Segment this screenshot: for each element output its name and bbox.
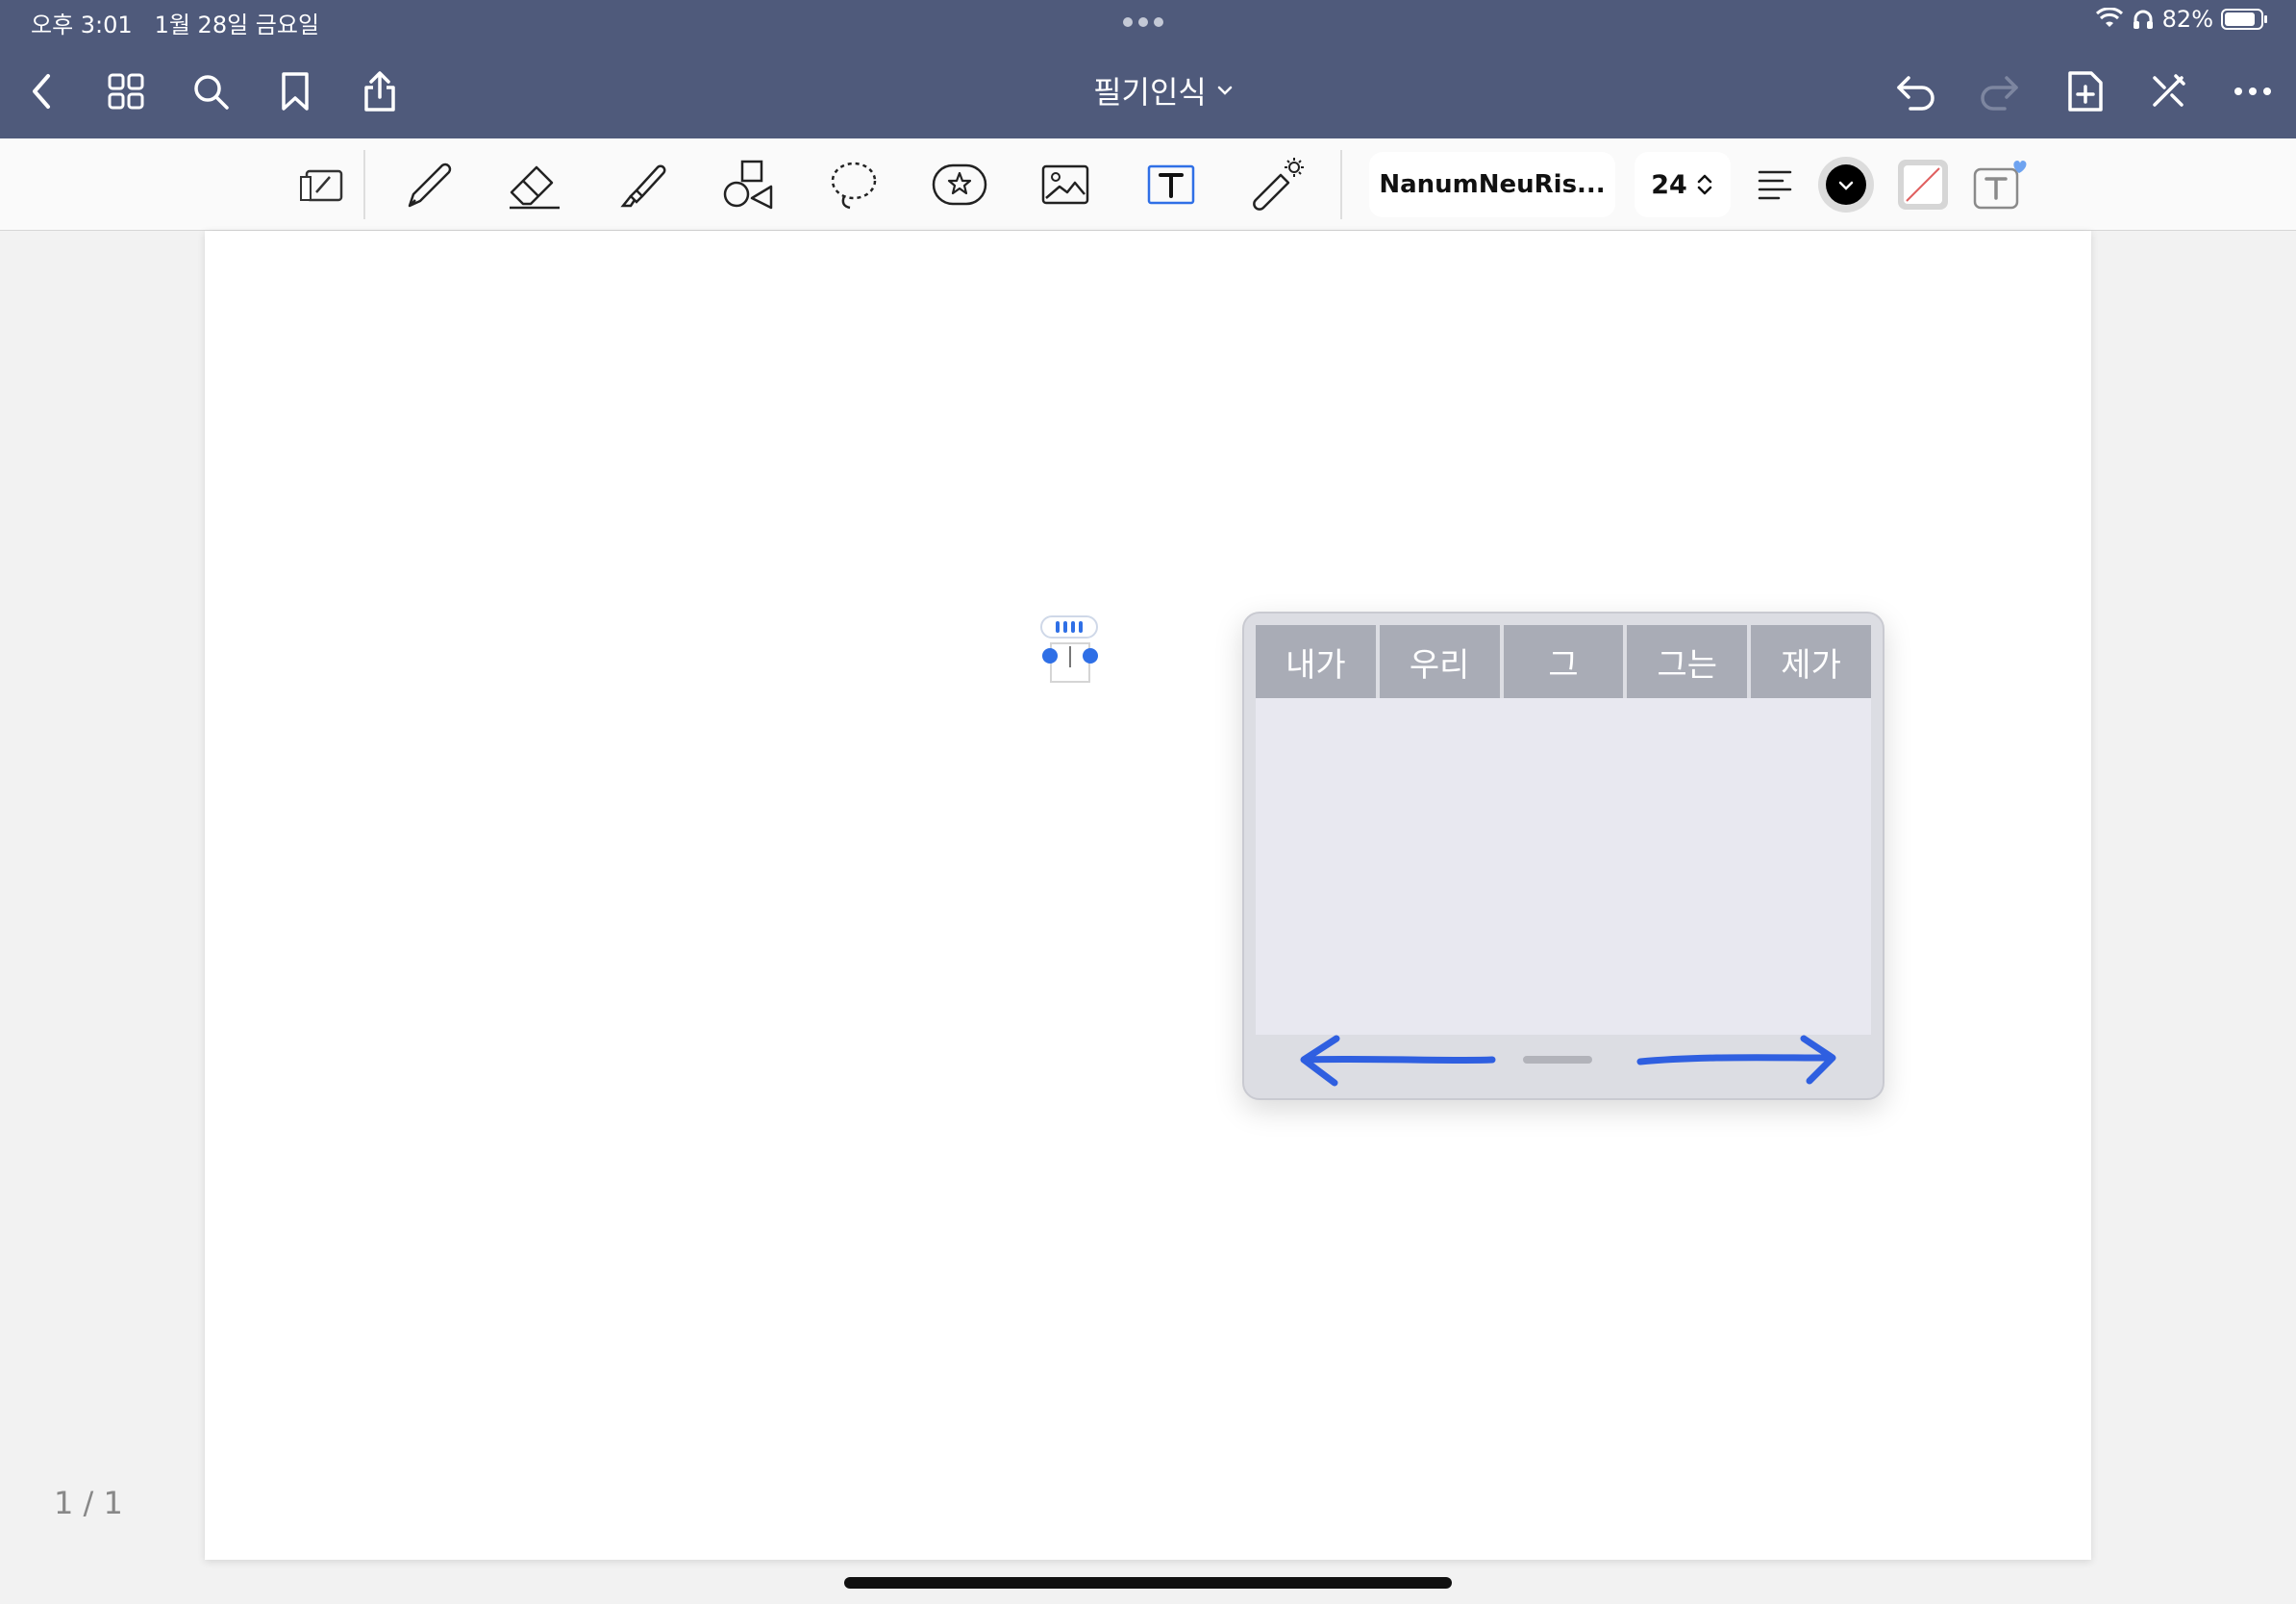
laser-pointer-tool[interactable] (1246, 156, 1308, 213)
page-indicator: 1 / 1 (54, 1485, 123, 1521)
highlighter-tool[interactable] (611, 156, 673, 213)
align-left-icon (1758, 170, 1792, 200)
status-bar: 오후 3:01 1월 28일 금요일 82% (0, 0, 2296, 44)
undo-icon (1897, 76, 1934, 111)
font-family-name: NanumNeuRis... (1379, 170, 1606, 199)
status-right-group: 82% (2095, 6, 2269, 33)
handwriting-area[interactable] (1256, 698, 1871, 1035)
chevron-down-icon (1217, 86, 1233, 95)
handwriting-input-panel: 내가 우리 그 그는 제가 (1242, 612, 1884, 1100)
close-pen-icon (2153, 74, 2185, 107)
more-icon (2234, 88, 2271, 95)
handwriting-recognition-tool[interactable] (290, 156, 352, 213)
active-text-box[interactable] (1036, 614, 1104, 687)
multitasking-dots-icon[interactable] (1123, 17, 1163, 27)
eraser-tool[interactable] (504, 156, 565, 213)
search-button[interactable] (185, 65, 237, 117)
sticker-tool[interactable] (929, 156, 990, 213)
redo-icon (1981, 76, 2018, 111)
font-size-value: 24 (1651, 169, 1687, 200)
handwriting-bottom-bar (1256, 1035, 1871, 1089)
text-favorite-icon (1973, 161, 2027, 210)
shape-tool[interactable] (717, 156, 779, 213)
document-title-dropdown[interactable]: 필기인식 (1048, 67, 1279, 113)
status-time: 오후 3:01 (31, 12, 133, 38)
highlighter-icon (620, 164, 666, 208)
share-icon (364, 71, 395, 112)
search-icon (194, 75, 229, 110)
image-tool[interactable] (1035, 156, 1096, 213)
text-cursor (1069, 646, 1071, 667)
sticker-icon (932, 163, 987, 206)
text-box-move-handle[interactable] (1040, 615, 1098, 639)
grid-icon (108, 73, 144, 110)
wifi-icon (2095, 8, 2123, 27)
candidate-button[interactable]: 제가 (1751, 625, 1871, 698)
candidate-bar: 내가 우리 그 그는 제가 (1256, 625, 1871, 698)
close-pen-button[interactable] (2142, 65, 2194, 117)
add-page-button[interactable] (2059, 65, 2111, 117)
lasso-tool[interactable] (823, 156, 885, 213)
chevron-updown-icon (1697, 174, 1712, 195)
panel-drag-grabber[interactable] (1523, 1056, 1592, 1064)
text-align-button[interactable] (1744, 156, 1806, 213)
home-indicator[interactable] (844, 1577, 1452, 1589)
color-swatch-icon (1818, 157, 1874, 213)
text-box-resize-right-handle[interactable] (1083, 648, 1098, 664)
eraser-icon (510, 165, 560, 210)
status-datetime: 오후 3:01 1월 28일 금요일 (31, 6, 319, 39)
tool-bar: NanumNeuRis... 24 (0, 138, 2296, 231)
handwriting-tool-icon (300, 169, 343, 202)
text-tool[interactable] (1140, 156, 1202, 213)
image-icon (1041, 164, 1089, 205)
bookmark-icon (282, 72, 309, 111)
text-box-resize-left-handle[interactable] (1042, 648, 1058, 664)
text-box-icon (1147, 164, 1195, 205)
status-date: 1월 28일 금요일 (154, 12, 320, 38)
candidate-button[interactable]: 내가 (1256, 625, 1376, 698)
pen-icon (408, 163, 452, 208)
back-button[interactable] (15, 65, 67, 117)
shape-icon (723, 160, 773, 210)
bookmark-button[interactable] (269, 65, 321, 117)
text-color-button[interactable] (1815, 156, 1877, 213)
cursor-right-arrow-icon[interactable] (1635, 1035, 1846, 1089)
candidate-button[interactable]: 그는 (1627, 625, 1748, 698)
laser-pointer-icon (1253, 158, 1304, 211)
candidate-button[interactable]: 그 (1503, 625, 1624, 698)
battery-icon (2221, 9, 2267, 30)
grid-button[interactable] (100, 65, 152, 117)
lasso-icon (831, 162, 877, 210)
add-page-icon (2068, 71, 2103, 112)
redo-button[interactable] (1973, 65, 2025, 117)
no-fill-icon (1898, 160, 1948, 210)
text-style-favorites-button[interactable] (1969, 156, 2031, 213)
cursor-left-arrow-icon[interactable] (1290, 1035, 1508, 1089)
candidate-button[interactable]: 우리 (1379, 625, 1500, 698)
battery-percent: 82% (2161, 6, 2213, 33)
text-background-button[interactable] (1892, 156, 1954, 213)
headphones-icon (2133, 10, 2153, 29)
document-title: 필기인식 (1093, 74, 1207, 111)
pen-tool[interactable] (398, 156, 460, 213)
back-icon (33, 74, 50, 109)
share-button[interactable] (354, 65, 406, 117)
undo-button[interactable] (1890, 65, 1942, 117)
font-size-stepper[interactable]: 24 (1635, 152, 1731, 217)
more-button[interactable] (2227, 65, 2279, 117)
nav-bar: 필기인식 (0, 44, 2296, 138)
font-family-selector[interactable]: NanumNeuRis... (1369, 152, 1615, 217)
